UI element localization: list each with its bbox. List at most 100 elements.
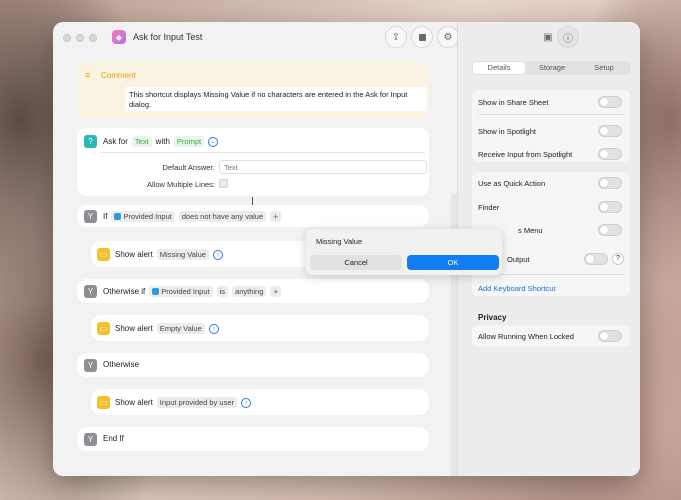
receive-spotlight-toggle[interactable] bbox=[598, 148, 622, 160]
alert-message-token[interactable]: Empty Value bbox=[156, 323, 205, 334]
receive-spotlight-label: Receive Input from Spotlight bbox=[478, 150, 573, 159]
quick-action-label: Use as Quick Action bbox=[478, 179, 546, 188]
show-alert-label: Show alert bbox=[115, 324, 153, 333]
alert-message-token[interactable]: Input provided by user bbox=[156, 397, 238, 408]
alert-icon: ▭ bbox=[97, 396, 110, 409]
if-action[interactable]: Y If Provided Input does not have any va… bbox=[77, 205, 429, 227]
divider bbox=[478, 114, 624, 115]
output-toggle[interactable] bbox=[584, 253, 608, 265]
ok-button[interactable]: OK bbox=[407, 255, 499, 270]
provided-input-label: Provided Input bbox=[123, 212, 172, 221]
info-icon: ⓘ bbox=[563, 33, 573, 45]
branch-icon: Y bbox=[84, 210, 97, 223]
services-menu-label: s Menu bbox=[518, 226, 543, 235]
tab-storage[interactable]: Storage bbox=[526, 61, 578, 75]
allow-multiple-lines-checkbox[interactable] bbox=[219, 179, 228, 188]
otherwise-label: Otherwise bbox=[103, 360, 140, 369]
add-keyboard-shortcut-link[interactable]: Add Keyboard Shortcut bbox=[478, 284, 556, 293]
library-icon: ▣ bbox=[543, 31, 553, 43]
condition-token[interactable]: does not have any value bbox=[178, 211, 267, 222]
chevron-right-icon[interactable]: › bbox=[208, 323, 219, 334]
cancel-button[interactable]: Cancel bbox=[310, 255, 402, 270]
library-button[interactable]: ▣ bbox=[537, 26, 559, 48]
ask-input-icon: ? bbox=[84, 135, 97, 148]
branch-icon: Y bbox=[84, 359, 97, 372]
inspector-tabs: Details Storage Setup bbox=[472, 61, 630, 75]
provided-input-token[interactable]: Provided Input bbox=[149, 286, 213, 297]
settings-button[interactable]: ⚙ bbox=[437, 26, 459, 48]
traffic-lights bbox=[63, 34, 97, 42]
alert-icon: ▭ bbox=[97, 322, 110, 335]
otherwise-if-action[interactable]: Y Otherwise if Provided Input is anythin… bbox=[77, 279, 429, 303]
alert-icon: ▭ bbox=[97, 248, 110, 261]
if-keyword: If bbox=[103, 212, 108, 221]
stop-icon bbox=[418, 33, 426, 41]
sharing-group: Show in Share Sheet Show in Spotlight Re… bbox=[472, 90, 630, 162]
finder-toggle[interactable] bbox=[598, 201, 622, 213]
ask-for-input-action[interactable]: ? Ask for Text with Prompt ⌄ Default Ans… bbox=[77, 128, 429, 196]
quick-action-toggle[interactable] bbox=[598, 177, 622, 189]
provided-input-token[interactable]: Provided Input bbox=[111, 211, 175, 222]
ask-label: Ask for bbox=[103, 137, 128, 146]
list-icon: ≡ bbox=[85, 70, 91, 80]
privacy-heading: Privacy bbox=[478, 313, 507, 322]
variable-icon bbox=[152, 288, 160, 295]
show-alert-label: Show alert bbox=[115, 398, 153, 407]
zoom-window-button[interactable] bbox=[89, 34, 97, 42]
share-sheet-label: Show in Share Sheet bbox=[478, 98, 549, 107]
chevron-right-icon[interactable]: › bbox=[241, 397, 252, 408]
titlebar: ◆ Ask for Input Test ⇪ ⚙ bbox=[53, 22, 459, 54]
divider bbox=[101, 152, 425, 153]
shortcut-layers-icon: ◆ bbox=[112, 30, 126, 44]
spotlight-toggle[interactable] bbox=[598, 125, 622, 137]
show-alert-label: Show alert bbox=[115, 250, 153, 259]
end-if-action[interactable]: Y End If bbox=[77, 427, 429, 451]
with-label: with bbox=[155, 137, 170, 146]
otherwise-action[interactable]: Y Otherwise bbox=[77, 353, 429, 377]
add-condition-button[interactable]: + bbox=[270, 211, 282, 222]
show-alert-empty-action[interactable]: ▭ Show alert Empty Value › bbox=[91, 315, 429, 341]
help-button[interactable]: ? bbox=[612, 253, 624, 265]
comment-action[interactable]: ≡ Comment This shortcut displays Missing… bbox=[77, 62, 429, 118]
provided-input-label: Provided Input bbox=[161, 287, 210, 296]
finder-label: Finder bbox=[478, 203, 500, 212]
output-label: Output bbox=[507, 255, 530, 264]
branch-icon: Y bbox=[84, 285, 97, 298]
otherwise-if-keyword: Otherwise if bbox=[103, 287, 146, 296]
running-locked-toggle[interactable] bbox=[598, 330, 622, 342]
info-button[interactable]: ⓘ bbox=[557, 26, 579, 48]
chevron-down-icon[interactable]: ⌄ bbox=[208, 136, 219, 147]
divider bbox=[478, 274, 624, 275]
services-menu-toggle[interactable] bbox=[598, 224, 622, 236]
chevron-right-icon[interactable]: › bbox=[212, 249, 223, 260]
close-window-button[interactable] bbox=[63, 34, 71, 42]
comment-text[interactable]: This shortcut displays Missing Value if … bbox=[125, 87, 427, 111]
privacy-group: Allow Running When Locked bbox=[472, 325, 630, 347]
default-answer-field[interactable]: Text bbox=[219, 160, 427, 174]
stop-button[interactable] bbox=[411, 26, 433, 48]
prompt-token[interactable]: Prompt bbox=[173, 136, 205, 147]
window-title: Ask for Input Test bbox=[133, 32, 203, 42]
alert-dialog: Missing Value Cancel OK bbox=[306, 229, 502, 275]
show-alert-provided-action[interactable]: ▭ Show alert Input provided by user › bbox=[91, 389, 429, 415]
anything-token[interactable]: anything bbox=[232, 286, 267, 297]
tab-setup[interactable]: Setup bbox=[578, 61, 630, 75]
comment-title: Comment bbox=[101, 71, 136, 80]
input-type-token[interactable]: Text bbox=[131, 136, 152, 147]
gear-icon: ⚙ bbox=[443, 31, 453, 43]
alert-message-token[interactable]: Missing Value bbox=[156, 249, 209, 260]
is-token[interactable]: is bbox=[216, 286, 229, 297]
end-if-label: End If bbox=[103, 434, 124, 443]
default-answer-label: Default Answer: bbox=[162, 163, 215, 172]
add-condition-button[interactable]: + bbox=[270, 286, 282, 297]
spotlight-label: Show in Spotlight bbox=[478, 127, 536, 136]
text-cursor bbox=[252, 197, 253, 205]
tab-details[interactable]: Details bbox=[473, 62, 525, 74]
minimize-window-button[interactable] bbox=[76, 34, 84, 42]
share-button[interactable]: ⇪ bbox=[385, 26, 407, 48]
share-sheet-toggle[interactable] bbox=[598, 96, 622, 108]
running-locked-label: Allow Running When Locked bbox=[478, 332, 574, 341]
variable-icon bbox=[114, 213, 122, 220]
share-icon: ⇪ bbox=[391, 31, 401, 43]
branch-icon: Y bbox=[84, 433, 97, 446]
